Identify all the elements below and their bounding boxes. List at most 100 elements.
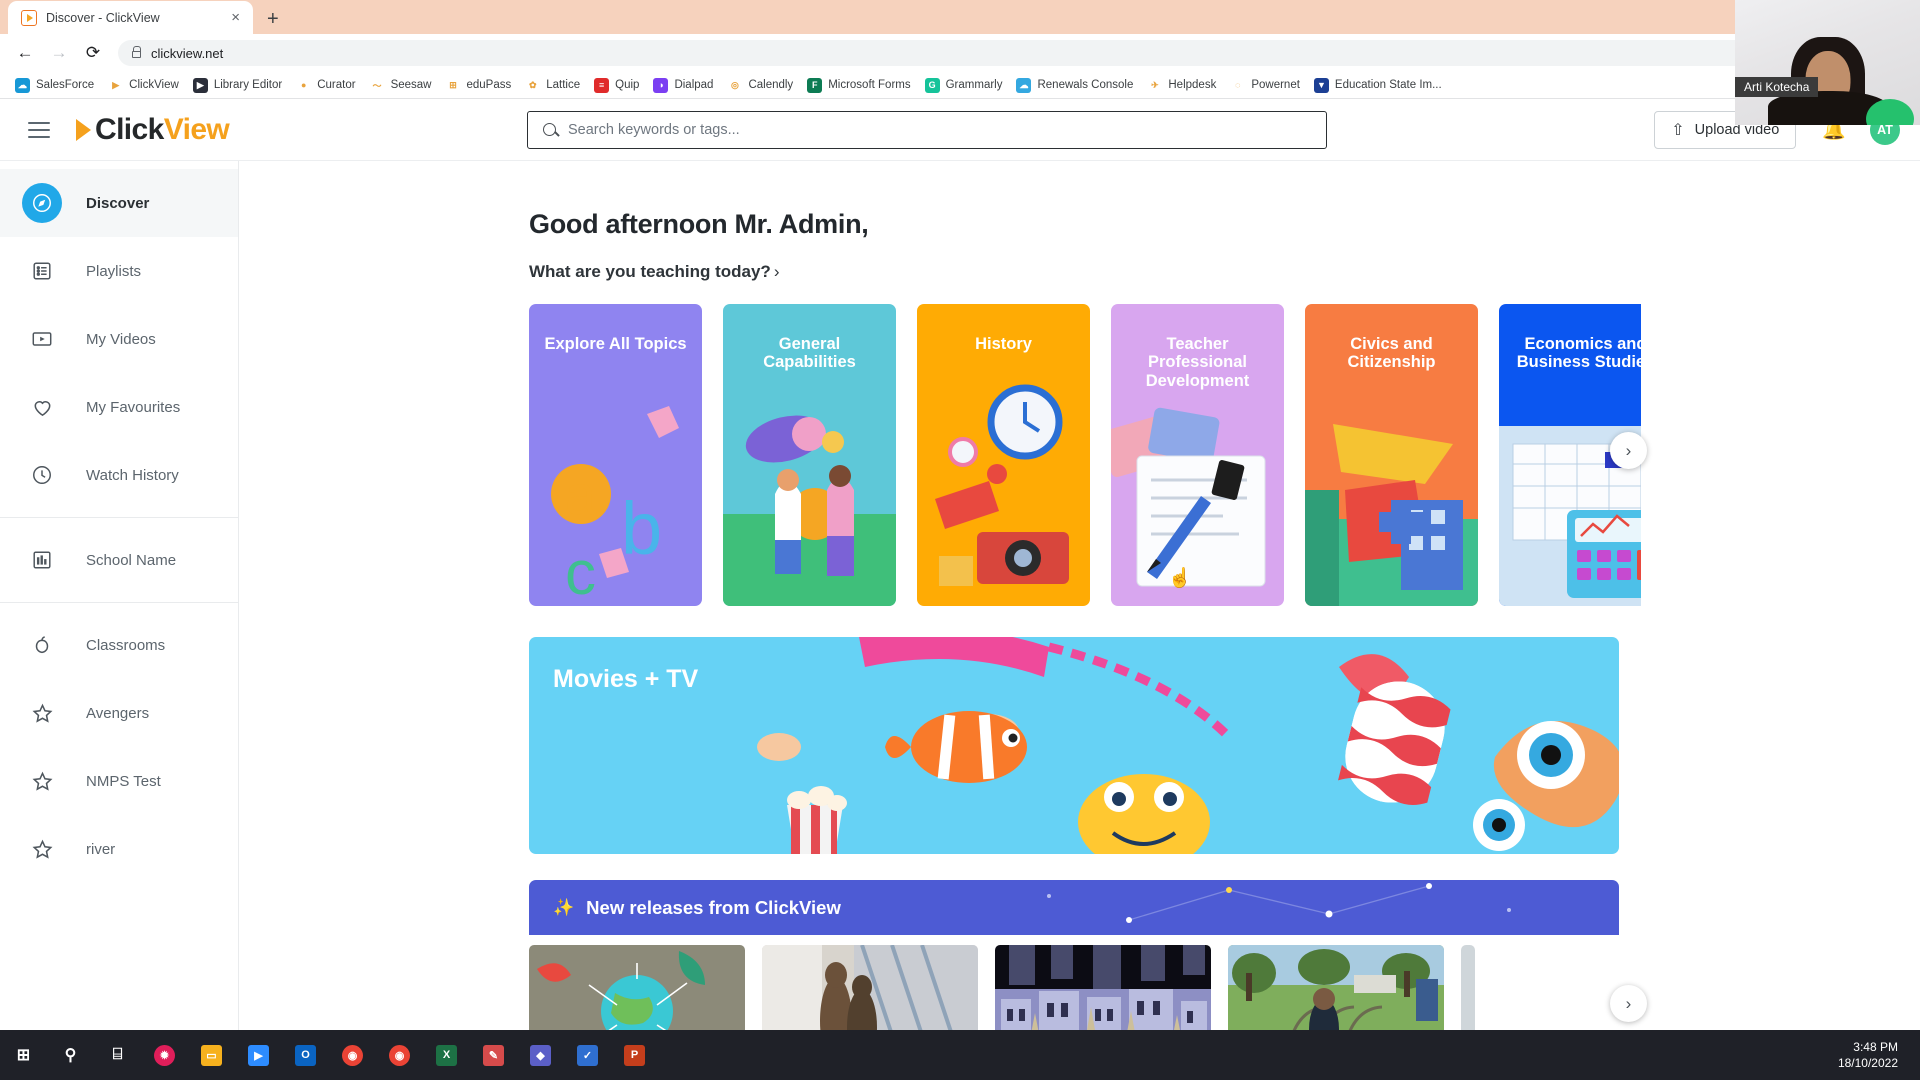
bookmark-item[interactable]: FMicrosoft Forms bbox=[800, 75, 917, 96]
sidebar-item-discover[interactable]: Discover bbox=[0, 169, 238, 237]
bookmark-item[interactable]: ⊞ eduPass bbox=[438, 75, 518, 96]
forward-icon[interactable]: → bbox=[44, 38, 74, 68]
file-explorer-icon[interactable]: ▭ bbox=[188, 1030, 235, 1080]
chrome-icon-2[interactable]: ◉ bbox=[376, 1030, 423, 1080]
topic-card[interactable]: abcExplore All Topics bbox=[529, 304, 702, 606]
excel-icon[interactable]: X bbox=[423, 1030, 470, 1080]
topic-card[interactable]: Teacher Professional Development bbox=[1111, 304, 1284, 606]
close-icon[interactable]: × bbox=[228, 9, 243, 26]
thumbnails-next-button[interactable]: › bbox=[1610, 985, 1647, 1022]
bookmark-item[interactable]: ☁SalesForce bbox=[8, 75, 101, 96]
powerpoint-icon[interactable]: P bbox=[611, 1030, 658, 1080]
outlook-icon-glyph: O bbox=[295, 1045, 316, 1066]
bookmark-item[interactable]: 〜Seesaw bbox=[363, 75, 439, 96]
bookmark-item[interactable]: GGrammarly bbox=[918, 75, 1010, 96]
microsoft-forms-icon: F bbox=[807, 78, 822, 93]
sidebar: Discover PlaylistsMy VideosMy FavouritesW… bbox=[0, 161, 239, 1030]
sidebar-item-label: Discover bbox=[86, 195, 149, 212]
sidebar-item-my-favourites[interactable]: My Favourites bbox=[0, 373, 238, 441]
search-placeholder: Search keywords or tags... bbox=[568, 122, 740, 138]
bookmark-label: Education State Im... bbox=[1335, 79, 1442, 91]
topic-card[interactable]: History bbox=[917, 304, 1090, 606]
dialpad-icon: ◑ bbox=[653, 78, 668, 93]
address-bar-url: clickview.net bbox=[151, 46, 223, 61]
clock-icon bbox=[22, 455, 62, 495]
bookmark-item[interactable]: ☁Renewals Console bbox=[1009, 75, 1140, 96]
clickview-logo[interactable]: ClickView bbox=[76, 113, 229, 147]
app-body: DiscoverPlaylistsMy VideosMy FavouritesW… bbox=[0, 161, 1920, 1030]
topic-card[interactable]: Civics and Citizenship bbox=[1305, 304, 1478, 606]
back-icon[interactable]: ← bbox=[10, 38, 40, 68]
sidebar-item-playlists[interactable]: Playlists bbox=[0, 237, 238, 305]
video-thumbnail[interactable] bbox=[529, 945, 745, 1030]
sidebar-item-nmps-test[interactable]: NMPS Test bbox=[0, 747, 238, 815]
browser-tab[interactable]: Discover - ClickView × bbox=[8, 1, 253, 34]
clickview-icon: ▶ bbox=[108, 78, 123, 93]
bookmark-label: Library Editor bbox=[214, 79, 282, 91]
bookmark-item[interactable]: ◑Dialpad bbox=[646, 75, 720, 96]
windows-start-icon[interactable]: ⊞ bbox=[0, 1030, 47, 1080]
helpdesk-icon: ✈ bbox=[1147, 78, 1162, 93]
sidebar-item-river[interactable]: river bbox=[0, 815, 238, 883]
bookmark-item[interactable]: ▶ ClickView bbox=[101, 75, 186, 96]
teams-icon[interactable]: ◆ bbox=[517, 1030, 564, 1080]
movies-tv-banner[interactable]: Movies + TV bbox=[529, 637, 1619, 854]
sidebar-item-school-name[interactable]: School Name bbox=[0, 526, 238, 594]
chrome-icon[interactable]: ◉ bbox=[329, 1030, 376, 1080]
todo-icon-glyph: ✓ bbox=[577, 1045, 598, 1066]
search-input[interactable]: Search keywords or tags... bbox=[527, 111, 1327, 149]
bookmark-item[interactable]: ●Curator bbox=[289, 75, 362, 96]
address-bar[interactable]: clickview.net bbox=[118, 40, 1902, 66]
sidebar-item-avengers[interactable]: Avengers bbox=[0, 679, 238, 747]
zoom-icon[interactable]: ▶ bbox=[235, 1030, 282, 1080]
bookmark-label: Curator bbox=[317, 79, 355, 91]
sidebar-item-label: Classrooms bbox=[86, 637, 165, 654]
search-icon[interactable]: ⚲ bbox=[47, 1030, 94, 1080]
bookmark-label: Powernet bbox=[1251, 79, 1300, 91]
teaching-today-link[interactable]: What are you teaching today?› bbox=[529, 262, 1920, 282]
taskbar-clock[interactable]: 3:48 PM 18/10/2022 bbox=[1838, 1039, 1898, 1071]
edupass-icon: ⊞ bbox=[445, 78, 460, 93]
outlook-icon[interactable]: O bbox=[282, 1030, 329, 1080]
chrome-icon-glyph: ◉ bbox=[342, 1045, 363, 1066]
tab-strip: Discover - ClickView × + bbox=[0, 0, 1920, 34]
svg-text:c: c bbox=[565, 539, 596, 606]
task-view-icon[interactable]: ⌸ bbox=[94, 1030, 141, 1080]
bookmarks-bar: ☁SalesForce ▶ ClickView ▶Library Editor●Cur… bbox=[0, 72, 1920, 99]
bookmark-item[interactable]: ✈Helpdesk bbox=[1140, 75, 1223, 96]
sidebar-divider bbox=[0, 517, 238, 518]
video-thumbnail-partial[interactable] bbox=[1461, 945, 1475, 1030]
teams-icon-glyph: ◆ bbox=[530, 1045, 551, 1066]
chevron-right-icon: › bbox=[774, 262, 780, 281]
topic-card[interactable]: General Capabilities bbox=[723, 304, 896, 606]
slack-icon[interactable]: ✹ bbox=[141, 1030, 188, 1080]
file-explorer-icon-glyph: ▭ bbox=[201, 1045, 222, 1066]
bookmark-item[interactable]: ✿Lattice bbox=[518, 75, 587, 96]
hamburger-icon[interactable] bbox=[28, 122, 50, 138]
bookmark-label: eduPass bbox=[466, 79, 511, 91]
bookmark-item[interactable]: ▼ Education State Im... bbox=[1307, 75, 1449, 96]
sidebar-item-classrooms[interactable]: Classrooms bbox=[0, 611, 238, 679]
video-thumbnail[interactable] bbox=[1228, 945, 1444, 1030]
windows-start-icon-glyph: ⊞ bbox=[13, 1045, 34, 1066]
bookmark-item[interactable]: ▶Library Editor bbox=[186, 75, 289, 96]
sidebar-item-watch-history[interactable]: Watch History bbox=[0, 441, 238, 509]
play-rect-icon bbox=[22, 319, 62, 359]
lock-icon bbox=[132, 51, 141, 58]
carousel-next-button[interactable]: › bbox=[1610, 432, 1647, 469]
paint-icon[interactable]: ✎ bbox=[470, 1030, 517, 1080]
video-thumbnail[interactable] bbox=[995, 945, 1211, 1030]
education-state-im--icon: ▼ bbox=[1314, 78, 1329, 93]
todo-icon[interactable]: ✓ bbox=[564, 1030, 611, 1080]
new-tab-button[interactable]: + bbox=[267, 9, 279, 29]
sidebar-item-my-videos[interactable]: My Videos bbox=[0, 305, 238, 373]
bookmark-label: ClickView bbox=[129, 79, 179, 91]
list-icon bbox=[22, 251, 62, 291]
renewals-console-icon: ☁ bbox=[1016, 78, 1031, 93]
bookmark-item[interactable]: ≡Quip bbox=[587, 75, 646, 96]
bookmark-item[interactable]: ◎Calendly bbox=[720, 75, 800, 96]
bookmark-item[interactable]: ◌Powernet bbox=[1223, 75, 1307, 96]
sparkle-icon: ✨ bbox=[553, 898, 574, 918]
video-thumbnail[interactable]: THE NATIONAL bbox=[762, 945, 978, 1030]
reload-icon[interactable]: ⟳ bbox=[78, 38, 108, 68]
